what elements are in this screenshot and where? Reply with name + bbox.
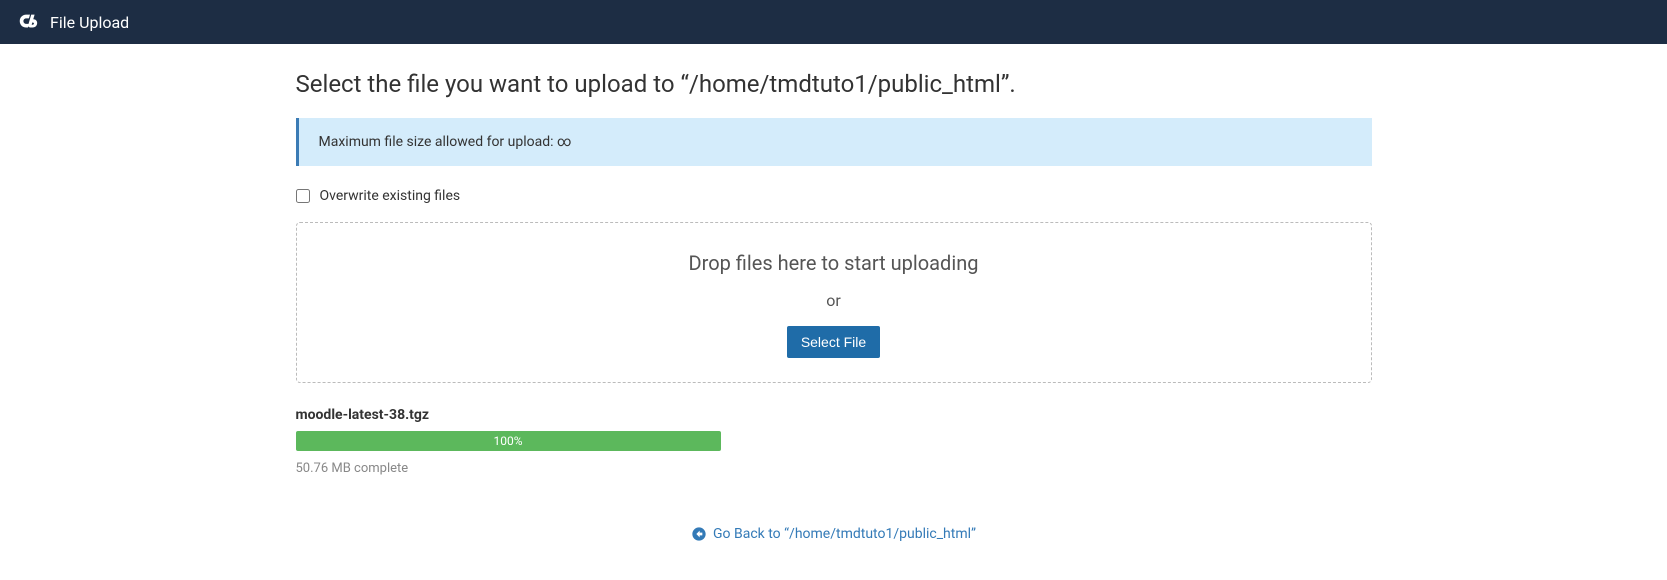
dropzone[interactable]: Drop files here to start uploading or Se… — [296, 222, 1372, 383]
header-title: File Upload — [50, 13, 129, 32]
back-link-row: Go Back to “/home/tmdtuto1/public_html” — [296, 526, 1372, 546]
dropzone-or: or — [317, 291, 1351, 310]
go-back-link[interactable]: Go Back to “/home/tmdtuto1/public_html” — [691, 526, 976, 542]
app-header: File Upload — [0, 0, 1667, 44]
upload-complete-text: 50.76 MB complete — [296, 461, 1372, 476]
overwrite-checkbox[interactable] — [296, 189, 310, 203]
go-back-text: Go Back to “/home/tmdtuto1/public_html” — [713, 526, 976, 542]
overwrite-label[interactable]: Overwrite existing files — [320, 188, 461, 204]
overwrite-row: Overwrite existing files — [296, 188, 1372, 204]
upload-filename: moodle-latest-38.tgz — [296, 407, 1372, 423]
progress-fill: 100% — [296, 431, 721, 451]
page-title: Select the file you want to upload to “/… — [296, 70, 1372, 98]
dropzone-text: Drop files here to start uploading — [317, 251, 1351, 275]
select-file-button[interactable]: Select File — [787, 326, 880, 358]
main-container: Select the file you want to upload to “/… — [296, 44, 1372, 566]
info-banner: Maximum file size allowed for upload: ∞ — [296, 118, 1372, 166]
progress-bar: 100% — [296, 431, 721, 451]
cpanel-logo-icon — [16, 10, 40, 34]
arrow-left-circle-icon — [691, 526, 707, 542]
upload-progress: moodle-latest-38.tgz 100% 50.76 MB compl… — [296, 407, 1372, 476]
